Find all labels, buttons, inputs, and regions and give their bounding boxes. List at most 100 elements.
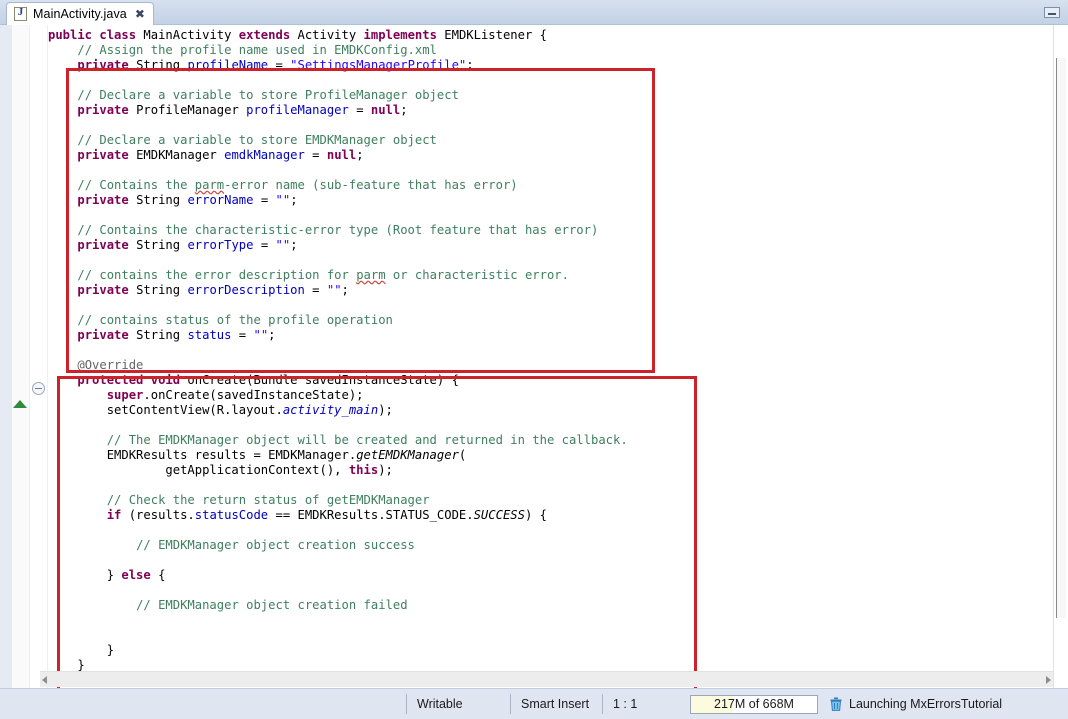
- arrow-right-icon[interactable]: [1046, 676, 1051, 684]
- code-token: activity_main: [283, 403, 378, 417]
- code-token: super: [107, 388, 144, 402]
- editor-left-margin: [0, 25, 12, 688]
- code-token: // EMDKManager object creation success: [136, 538, 415, 552]
- code-token: String: [136, 193, 187, 207]
- code-line: private ProfileManager profileManager = …: [48, 103, 628, 118]
- collapse-minus-icon[interactable]: [32, 382, 45, 395]
- code-token: @Override: [77, 358, 143, 372]
- code-token: or characteristic error.: [386, 268, 569, 282]
- arrow-left-icon[interactable]: [42, 676, 47, 684]
- source-code-text[interactable]: public class MainActivity extends Activi…: [48, 28, 628, 673]
- code-token: private: [77, 103, 136, 117]
- code-line: private EMDKManager emdkManager = null;: [48, 148, 628, 163]
- vertical-scrollbar-thumb[interactable]: [1056, 58, 1066, 618]
- code-token: [48, 373, 77, 387]
- code-token: [48, 508, 107, 522]
- code-line: private String errorName = "";: [48, 193, 628, 208]
- code-line: [48, 163, 628, 178]
- code-line: // Check the return status of getEMDKMan…: [48, 493, 628, 508]
- code-token: "SettingsManagerProfile": [290, 58, 466, 72]
- code-token: }: [48, 643, 114, 657]
- code-token: profileManager: [246, 103, 349, 117]
- editor-annotation-gutter[interactable]: [12, 25, 30, 688]
- code-line: // contains the error description for pa…: [48, 268, 628, 283]
- code-token: String: [136, 238, 187, 252]
- code-token: [48, 358, 77, 372]
- code-token: statusCode: [195, 508, 268, 522]
- code-token: String: [136, 328, 187, 342]
- code-token: =: [231, 328, 253, 342]
- code-token: // The EMDKManager object will be create…: [107, 433, 628, 447]
- code-token: ProfileManager: [136, 103, 246, 117]
- code-token: private: [77, 328, 136, 342]
- code-token: "": [276, 238, 291, 252]
- code-token: =: [305, 283, 327, 297]
- code-token: parm: [195, 178, 224, 192]
- code-line: [48, 553, 628, 568]
- code-line: // EMDKManager object creation failed: [48, 598, 628, 613]
- code-token: =: [305, 148, 327, 162]
- status-insert-mode[interactable]: Smart Insert: [510, 694, 602, 714]
- code-token: "": [276, 193, 291, 207]
- code-line: // contains status of the profile operat…: [48, 313, 628, 328]
- code-line: private String errorDescription = "";: [48, 283, 628, 298]
- code-token: [48, 268, 77, 282]
- code-token: public: [48, 28, 99, 42]
- code-token: errorName: [187, 193, 253, 207]
- editor-tab-mainactivity[interactable]: MainActivity.java ✖: [6, 2, 154, 25]
- code-line: // Declare a variable to store EMDKManag…: [48, 133, 628, 148]
- code-token: (results.: [129, 508, 195, 522]
- editor-tab-bar: MainActivity.java ✖: [0, 0, 1068, 25]
- status-bar: Writable Smart Insert 1 : 1 217M of 668M…: [0, 688, 1068, 719]
- code-line: [48, 478, 628, 493]
- code-line: // Contains the parm-error name (sub-fea…: [48, 178, 628, 193]
- code-token: MainActivity: [143, 28, 238, 42]
- code-token: [48, 538, 136, 552]
- code-token: else: [121, 568, 158, 582]
- status-writable-label: Writable: [417, 697, 463, 711]
- trash-can-icon[interactable]: [830, 697, 842, 711]
- code-token: class: [99, 28, 143, 42]
- code-token: null: [371, 103, 400, 117]
- minimize-icon[interactable]: [1044, 7, 1060, 18]
- code-line: // Assign the profile name used in EMDKC…: [48, 43, 628, 58]
- code-line: private String status = "";: [48, 328, 628, 343]
- code-token: .onCreate(savedInstanceState);: [143, 388, 363, 402]
- heap-memory-monitor[interactable]: 217M of 668M: [690, 695, 818, 714]
- code-token: // EMDKManager object creation failed: [136, 598, 408, 612]
- code-line: private String errorType = "";: [48, 238, 628, 253]
- code-line: [48, 523, 628, 538]
- editor-folding-gutter[interactable]: [30, 25, 48, 688]
- code-line: // The EMDKManager object will be create…: [48, 433, 628, 448]
- code-token: =: [268, 58, 290, 72]
- code-token: void: [151, 373, 188, 387]
- code-line: // Contains the characteristic-error typ…: [48, 223, 628, 238]
- code-editor[interactable]: public class MainActivity extends Activi…: [0, 25, 1068, 688]
- code-token: // Check the return status of getEMDKMan…: [107, 493, 430, 507]
- eclipse-editor-window: MainActivity.java ✖ public class MainAct…: [0, 0, 1068, 719]
- status-launching-label: Launching MxErrorsTutorial: [849, 697, 1002, 711]
- code-token: String: [136, 283, 187, 297]
- code-line: [48, 418, 628, 433]
- code-line: protected void onCreate(Bundle savedInst…: [48, 373, 628, 388]
- code-token: EMDKListener {: [444, 28, 547, 42]
- code-token: [48, 178, 77, 192]
- code-token: // contains the error description for: [77, 268, 356, 282]
- code-token: // Contains the characteristic-error typ…: [77, 223, 598, 237]
- horizontal-scrollbar[interactable]: [40, 671, 1053, 687]
- code-line: [48, 208, 628, 223]
- code-token: null: [327, 148, 356, 162]
- code-line: if (results.statusCode == EMDKResults.ST…: [48, 508, 628, 523]
- code-line: } else {: [48, 568, 628, 583]
- code-token: ;: [290, 193, 297, 207]
- code-line: setContentView(R.layout.activity_main);: [48, 403, 628, 418]
- code-line: [48, 118, 628, 133]
- code-token: [48, 133, 77, 147]
- status-cursor-position-label: 1 : 1: [613, 697, 637, 711]
- code-token: -error name (sub-feature that has error): [224, 178, 518, 192]
- close-icon[interactable]: ✖: [135, 8, 145, 20]
- editor-overview-ruler[interactable]: [1053, 25, 1068, 688]
- up-triangle-marker-icon[interactable]: [13, 400, 27, 408]
- code-line: public class MainActivity extends Activi…: [48, 28, 628, 43]
- code-token: String: [136, 58, 187, 72]
